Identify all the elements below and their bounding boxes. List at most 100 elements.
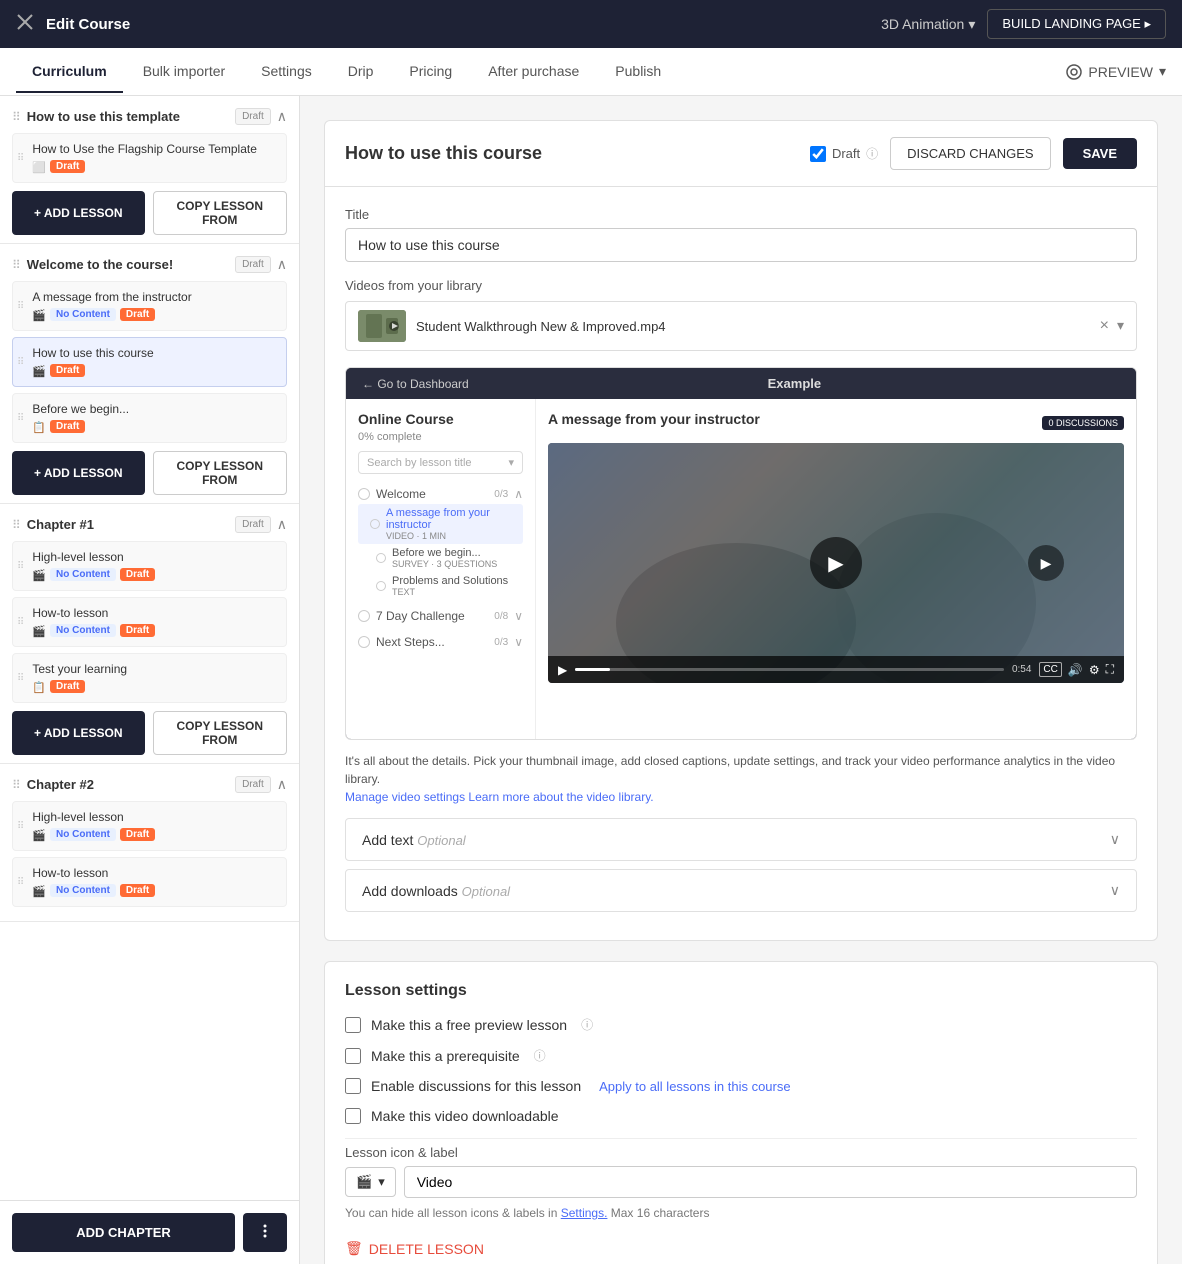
drag-handle-2[interactable]: ⠿ (12, 258, 21, 272)
tab-bulk-importer[interactable]: Bulk importer (127, 51, 241, 93)
video-player[interactable]: ▶ ▶ ▶ 0:54 CC (548, 443, 1124, 683)
add-downloads-header[interactable]: Add downloads Optional ∨ (346, 870, 1136, 911)
preview-search[interactable]: Search by lesson title ▾ (358, 451, 523, 474)
preview-lesson-item[interactable]: Before we begin... SURVEY · 3 QUESTIONS (358, 544, 523, 572)
delete-lesson-row[interactable]: 🗑 DELETE LESSON (345, 1240, 1137, 1257)
icon-label-input[interactable] (404, 1166, 1137, 1198)
lesson-drag-handle[interactable]: ⠿ (17, 821, 24, 832)
lesson-drag-handle[interactable]: ⠿ (17, 357, 24, 368)
list-item[interactable]: ⠿ How to use this course 🎬 Draft (12, 337, 287, 387)
list-item[interactable]: ⠿ High-level lesson 🎬 No Content Draft (12, 801, 287, 851)
list-item[interactable]: ⠿ A message from the instructor 🎬 No Con… (12, 281, 287, 331)
tab-after-purchase[interactable]: After purchase (472, 51, 595, 93)
add-chapter-button[interactable]: ADD CHAPTER (12, 1213, 235, 1252)
tab-publish[interactable]: Publish (599, 51, 677, 93)
info-icon[interactable]: ⓘ (866, 145, 878, 162)
lesson-name-preview: A message from your instructor (386, 507, 523, 531)
collapse-icon-1[interactable]: ∧ (277, 108, 287, 125)
course-selector[interactable]: 3D Animation ▾ (881, 16, 975, 33)
add-lesson-button-3[interactable]: + ADD LESSON (12, 711, 145, 755)
video-controls: ▶ 0:54 CC 🔊 ⚙ ⛶ (548, 656, 1124, 683)
badge-row: 🎬 Draft (32, 363, 282, 378)
settings-button[interactable]: ⚙ (1089, 663, 1100, 677)
video-remove-button[interactable]: × (1100, 317, 1109, 335)
lesson-drag-handle[interactable]: ⠿ (17, 877, 24, 888)
play-button-small[interactable]: ▶ (1028, 545, 1064, 581)
draft-badge: Draft (120, 624, 155, 637)
collapse-icon-4[interactable]: ∧ (277, 776, 287, 793)
video-more-button[interactable]: ▾ (1117, 317, 1124, 335)
icon-label-row: 🎬 ▾ (345, 1166, 1137, 1198)
collapse-icon-3[interactable]: ∧ (277, 516, 287, 533)
drag-handle-3[interactable]: ⠿ (12, 518, 21, 532)
preview-chapter-title: Welcome 0/3 ∧ (358, 484, 523, 504)
build-landing-button[interactable]: BUILD LANDING PAGE ▸ (987, 9, 1166, 39)
discussions-checkbox[interactable] (345, 1078, 361, 1094)
progress-bar[interactable] (575, 668, 1004, 671)
tab-pricing[interactable]: Pricing (393, 51, 468, 93)
free-preview-info-icon[interactable]: ⓘ (581, 1016, 593, 1033)
preview-lesson-item[interactable]: Problems and Solutions TEXT (358, 572, 523, 600)
settings-link[interactable]: Settings. (561, 1206, 608, 1220)
drag-handle[interactable]: ⠿ (12, 110, 21, 124)
prerequisite-checkbox[interactable] (345, 1048, 361, 1064)
lesson-drag-handle[interactable]: ⠿ (17, 673, 24, 684)
chapter-count: 0/3 (494, 489, 508, 500)
preview-content-title: A message from your instructor (548, 411, 760, 427)
go-to-dashboard-link[interactable]: ← Go to Dashboard (362, 377, 469, 391)
more-options-button[interactable] (243, 1213, 287, 1252)
video-icon: 🎬 (32, 365, 46, 378)
lesson-editor: How to use this course Draft ⓘ DISCARD C… (324, 120, 1158, 941)
save-button[interactable]: SAVE (1063, 138, 1137, 169)
add-lesson-button-1[interactable]: + ADD LESSON (12, 191, 145, 235)
collapse-icon-2[interactable]: ∧ (277, 256, 287, 273)
apply-all-link[interactable]: Apply to all lessons in this course (599, 1079, 790, 1094)
list-item[interactable]: ⠿ High-level lesson 🎬 No Content Draft (12, 541, 287, 591)
list-item[interactable]: ⠿ Test your learning 📋 Draft (12, 653, 287, 703)
chapter-header-1: ⠿ How to use this template Draft ∧ (12, 108, 287, 125)
icon-label-title: Lesson icon & label (345, 1145, 1137, 1160)
draft-checkbox[interactable] (810, 146, 826, 162)
play-button[interactable]: ▶ (810, 537, 862, 589)
preview-lesson-item[interactable]: A message from your instructor VIDEO · 1… (358, 504, 523, 544)
preview-button[interactable]: PREVIEW ▾ (1066, 63, 1166, 80)
tab-settings[interactable]: Settings (245, 51, 328, 93)
free-preview-checkbox[interactable] (345, 1017, 361, 1033)
prerequisite-info-icon[interactable]: ⓘ (534, 1047, 546, 1064)
add-lesson-button-2[interactable]: + ADD LESSON (12, 451, 145, 495)
lesson-name: High-level lesson (32, 810, 282, 824)
copy-lesson-button-3[interactable]: COPY LESSON FROM (153, 711, 288, 755)
play-pause-button[interactable]: ▶ (558, 663, 567, 677)
lesson-settings: Lesson settings Make this a free preview… (324, 961, 1158, 1264)
title-input[interactable] (345, 228, 1137, 262)
copy-lesson-button-2[interactable]: COPY LESSON FROM (153, 451, 288, 495)
list-item[interactable]: ⠿ How-to lesson 🎬 No Content Draft (12, 597, 287, 647)
video-icon: 🎬 (32, 569, 46, 582)
free-preview-row: Make this a free preview lesson ⓘ (345, 1016, 1137, 1033)
cc-button[interactable]: CC (1039, 662, 1061, 677)
icon-select-dropdown[interactable]: 🎬 ▾ (345, 1167, 396, 1197)
discard-button[interactable]: DISCARD CHANGES (890, 137, 1050, 170)
list-item[interactable]: ⠿ How to Use the Flagship Course Templat… (12, 133, 287, 183)
lesson-drag-handle[interactable]: ⠿ (17, 561, 24, 572)
lesson-drag-handle[interactable]: ⠿ (17, 413, 24, 424)
trash-icon: 🗑 (345, 1240, 363, 1257)
preview-course-title: Online Course (358, 411, 523, 427)
close-button[interactable] (16, 13, 34, 36)
drag-handle-4[interactable]: ⠿ (12, 778, 21, 792)
list-item[interactable]: ⠿ How-to lesson 🎬 No Content Draft (12, 857, 287, 907)
downloadable-checkbox[interactable] (345, 1108, 361, 1124)
tab-curriculum[interactable]: Curriculum (16, 51, 123, 93)
lesson-drag-handle[interactable]: ⠿ (17, 617, 24, 628)
learn-library-link[interactable]: Learn more about the video library. (468, 790, 653, 804)
list-item[interactable]: ⠿ Before we begin... 📋 Draft (12, 393, 287, 443)
fullscreen-button[interactable]: ⛶ (1106, 662, 1114, 677)
lesson-drag-handle[interactable]: ⠿ (17, 301, 24, 312)
lesson-drag-handle[interactable]: ⠿ (17, 153, 24, 164)
manage-video-link[interactable]: Manage video settings (345, 790, 465, 804)
copy-lesson-button-1[interactable]: COPY LESSON FROM (153, 191, 288, 235)
chapter-title-4: Chapter #2 (27, 777, 229, 792)
add-text-header[interactable]: Add text Optional ∨ (346, 819, 1136, 860)
tab-drip[interactable]: Drip (332, 51, 390, 93)
volume-button[interactable]: 🔊 (1068, 663, 1083, 677)
